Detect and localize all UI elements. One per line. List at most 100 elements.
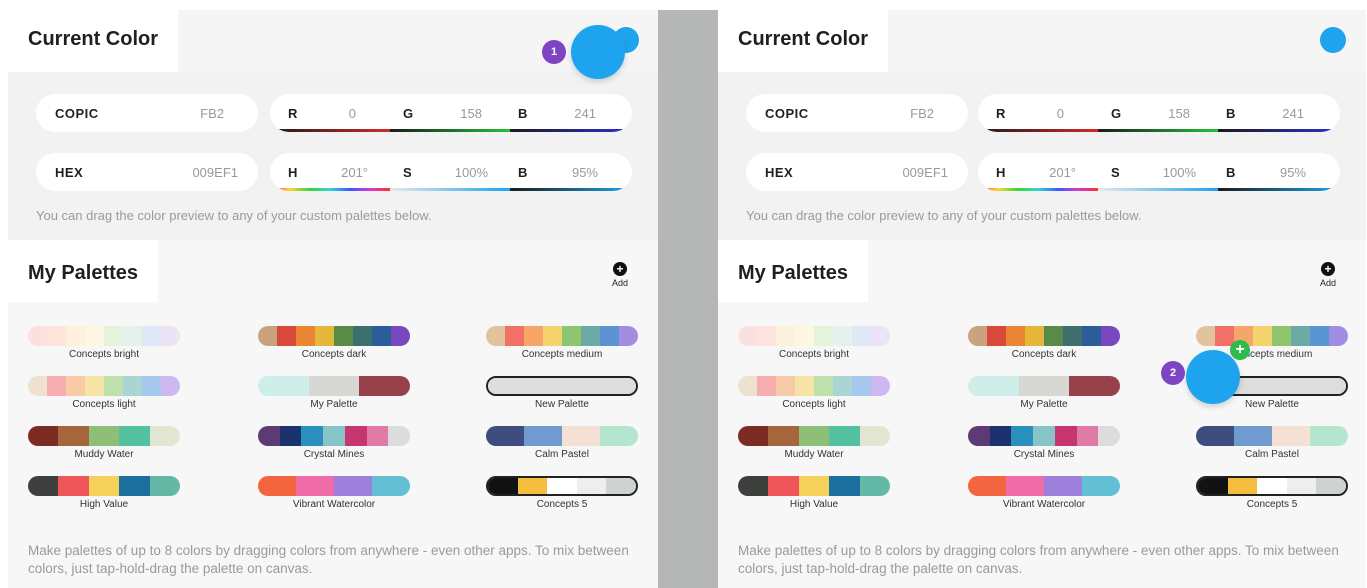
palette-swatch-bar[interactable] — [486, 426, 638, 446]
palette-swatch-bar[interactable] — [486, 376, 638, 396]
palette-color-chip[interactable] — [1006, 326, 1025, 346]
palette-color-chip[interactable] — [852, 326, 871, 346]
s-slider[interactable] — [1098, 188, 1218, 191]
palette-color-chip[interactable] — [1082, 476, 1120, 496]
h-value[interactable]: 201° — [1049, 165, 1076, 180]
palette-color-chip[interactable] — [859, 426, 890, 446]
hex-value[interactable]: 009EF1 — [192, 165, 238, 180]
palette-color-chip[interactable] — [562, 326, 581, 346]
palette-color-chip[interactable] — [524, 326, 543, 346]
palette-color-chip[interactable] — [562, 426, 600, 446]
palette-color-chip[interactable] — [1196, 326, 1215, 346]
palette-item[interactable]: High Value — [28, 476, 180, 510]
palette-color-chip[interactable] — [28, 426, 59, 446]
palette-color-chip[interactable] — [833, 376, 852, 396]
palette-color-chip[interactable] — [852, 376, 871, 396]
g-slider[interactable] — [390, 129, 510, 132]
palette-swatch-bar[interactable] — [1196, 426, 1348, 446]
palette-color-chip[interactable] — [334, 326, 353, 346]
palette-color-chip[interactable] — [388, 426, 410, 446]
palette-color-chip[interactable] — [968, 476, 1006, 496]
palette-swatch-bar[interactable] — [258, 326, 410, 346]
palette-swatch-bar[interactable] — [28, 376, 180, 396]
h-value[interactable]: 201° — [341, 165, 368, 180]
palette-color-chip[interactable] — [776, 376, 795, 396]
add-palette-button[interactable]: + Add — [1316, 262, 1340, 288]
palette-color-chip[interactable] — [301, 426, 324, 446]
palette-swatch-bar[interactable] — [738, 326, 890, 346]
palette-item[interactable]: Concepts dark — [968, 326, 1120, 360]
palette-color-chip[interactable] — [795, 326, 814, 346]
palette-color-chip[interactable] — [1018, 376, 1070, 396]
palette-swatch-bar[interactable] — [28, 476, 180, 496]
palette-swatch-bar[interactable] — [968, 376, 1120, 396]
palette-color-chip[interactable] — [323, 426, 345, 446]
palette-color-chip[interactable] — [738, 476, 769, 496]
palette-color-chip[interactable] — [1310, 426, 1348, 446]
palette-item[interactable]: Muddy Water — [28, 426, 180, 460]
palette-color-chip[interactable] — [833, 326, 852, 346]
v-slider[interactable] — [1218, 188, 1340, 191]
palette-color-chip[interactable] — [47, 376, 66, 396]
palette-color-chip[interactable] — [1272, 326, 1291, 346]
palette-color-chip[interactable] — [798, 426, 830, 446]
palette-item[interactable]: Crystal Mines — [258, 426, 410, 460]
palette-color-chip[interactable] — [606, 478, 636, 494]
palette-item[interactable]: Vibrant Watercolor — [968, 476, 1120, 510]
palette-color-chip[interactable] — [277, 326, 296, 346]
palette-color-chip[interactable] — [1076, 426, 1099, 446]
palette-color-chip[interactable] — [1196, 426, 1234, 446]
copic-value[interactable]: FB2 — [910, 106, 934, 121]
palette-color-chip[interactable] — [372, 476, 410, 496]
palette-color-chip[interactable] — [1234, 426, 1272, 446]
palette-color-chip[interactable] — [119, 426, 150, 446]
palette-swatch-bar[interactable] — [1196, 326, 1348, 346]
palette-color-chip[interactable] — [161, 376, 180, 396]
palette-swatch-bar[interactable] — [968, 476, 1120, 496]
v-value[interactable]: 95% — [572, 165, 598, 180]
copic-value[interactable]: FB2 — [200, 106, 224, 121]
palette-color-chip[interactable] — [104, 376, 123, 396]
palette-color-chip[interactable] — [1044, 326, 1063, 346]
palette-item[interactable]: Concepts 5 — [1196, 476, 1348, 510]
palette-color-chip[interactable] — [738, 426, 769, 446]
palette-color-chip[interactable] — [1033, 426, 1055, 446]
r-slider[interactable] — [978, 129, 1098, 132]
palette-color-chip[interactable] — [58, 476, 89, 496]
b-slider[interactable] — [1218, 129, 1340, 132]
palette-item[interactable]: High Value — [738, 476, 890, 510]
palette-color-chip[interactable] — [47, 326, 66, 346]
h-slider[interactable] — [270, 188, 390, 191]
palette-color-chip[interactable] — [344, 426, 367, 446]
g-slider[interactable] — [1098, 129, 1218, 132]
dragged-color-preview[interactable] — [571, 25, 625, 79]
hsb-field[interactable]: H 201° S 100% B 95% — [270, 153, 632, 191]
palette-color-chip[interactable] — [66, 326, 85, 346]
palette-color-chip[interactable] — [28, 326, 47, 346]
palette-color-chip[interactable] — [1257, 478, 1287, 494]
palette-color-chip[interactable] — [768, 426, 799, 446]
palette-color-chip[interactable] — [58, 426, 89, 446]
palette-color-chip[interactable] — [315, 326, 334, 346]
palette-color-chip[interactable] — [1044, 476, 1082, 496]
s-slider[interactable] — [390, 188, 510, 191]
palette-color-chip[interactable] — [1025, 326, 1044, 346]
palette-color-chip[interactable] — [296, 326, 315, 346]
palette-color-chip[interactable] — [871, 376, 890, 396]
palette-color-chip[interactable] — [517, 478, 548, 494]
palette-item[interactable]: Concepts light — [738, 376, 890, 410]
palette-color-chip[interactable] — [366, 426, 389, 446]
palette-color-chip[interactable] — [968, 326, 987, 346]
palette-color-chip[interactable] — [1198, 478, 1228, 494]
palette-color-chip[interactable] — [88, 426, 120, 446]
palette-color-chip[interactable] — [768, 476, 799, 496]
palette-color-chip[interactable] — [308, 376, 360, 396]
copic-field[interactable]: COPIC FB2 — [36, 94, 258, 132]
hex-field[interactable]: HEX 009EF1 — [36, 153, 258, 191]
palette-color-chip[interactable] — [989, 426, 1012, 446]
palette-color-chip[interactable] — [85, 376, 104, 396]
palette-color-chip[interactable] — [142, 376, 161, 396]
palette-color-chip[interactable] — [968, 376, 1019, 396]
b-value[interactable]: 241 — [574, 106, 596, 121]
palette-swatch-bar[interactable] — [738, 476, 890, 496]
